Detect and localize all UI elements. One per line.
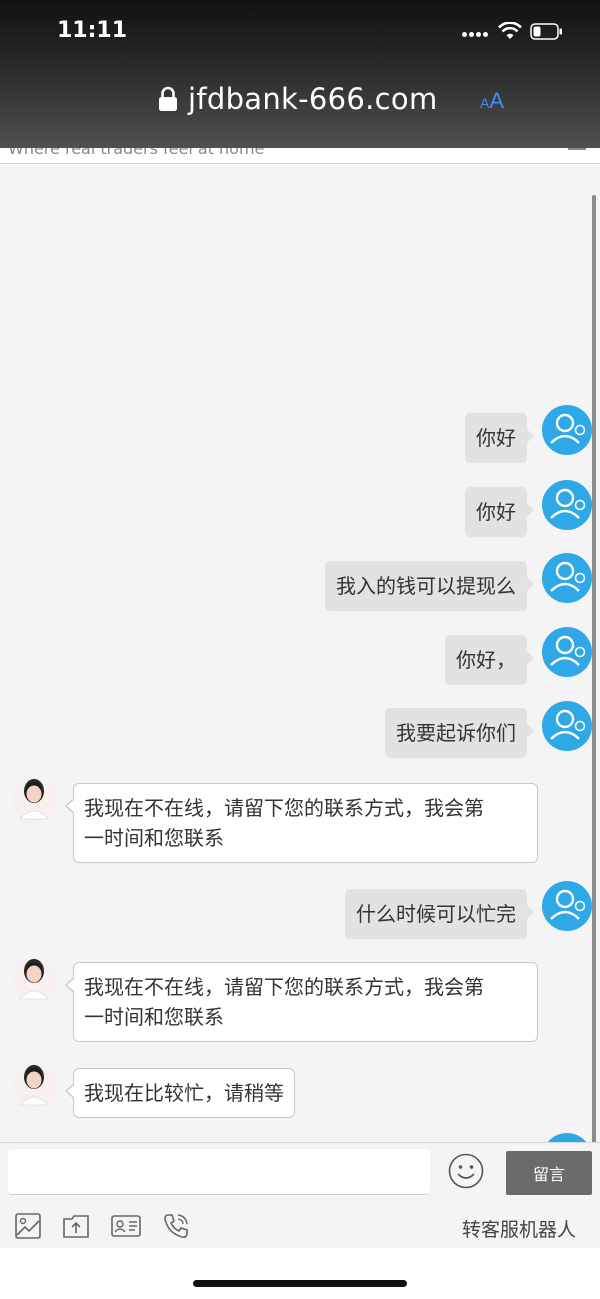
message-text: 什么时候可以忙完 [356,902,516,926]
message-text: 我要起诉你们 [396,721,516,745]
address-bar[interactable]: jfdbank-666.com [158,82,438,116]
user-avatar [542,701,592,751]
status-time: 11:11 [57,18,128,43]
user-avatar-icon [550,488,586,519]
agent-avatar [12,957,56,1001]
user-message-bubble: 你好， [445,635,534,685]
text-size-button[interactable]: AA [480,88,504,114]
message-text: 你好 [476,500,516,524]
home-bar-area [0,1248,600,1299]
wifi-icon [498,22,522,39]
chat-toolbar: 转客服机器人 [0,1204,600,1248]
agent-message-bubble: 我现在不在线，请留下您的联系方式，我会第 一时间和您联系 [65,783,538,863]
site-tagline: Where real traders feel at home [8,148,265,158]
lock-icon [159,86,177,111]
text-size-small-label: A [480,95,490,111]
user-avatar [542,1133,592,1142]
phone-call-icon[interactable] [162,1212,190,1240]
user-avatar-icon [550,561,586,592]
message-text: 你好 [476,426,516,450]
message-input-bar: 留言 [0,1142,600,1204]
cellular-signal-icon [462,30,488,40]
message-line: 我现在不在线，请留下您的联系方式，我会第 [84,975,484,999]
site-header-strip: Where real traders feel at home [0,148,600,164]
user-avatar [542,480,592,530]
user-avatar [542,881,592,931]
agent-avatar [12,1063,56,1107]
user-avatar [542,627,592,677]
user-avatar-icon [550,413,586,444]
user-avatar-icon [550,889,586,920]
battery-icon [530,23,562,40]
user-avatar [542,405,592,455]
emoji-icon[interactable] [448,1153,484,1189]
user-message-bubble: 你好 [465,487,534,537]
message-line: 我现在比较忙，请稍等 [84,1081,284,1105]
chat-scrollbar[interactable] [592,195,596,1245]
message-input[interactable] [8,1149,430,1195]
menu-icon[interactable] [568,148,586,150]
message-line: 一时间和您联系 [84,826,224,850]
contact-card-icon[interactable] [110,1212,142,1240]
user-message-bubble: 什么时候可以忙完 [345,889,534,939]
url-text: jfdbank-666.com [188,82,438,116]
user-message-bubble: 你好 [465,413,534,463]
user-message-bubble: 我入的钱可以提现么 [325,561,534,611]
transfer-to-robot-link[interactable]: 转客服机器人 [462,1215,576,1242]
message-line: 一时间和您联系 [84,1005,224,1029]
user-avatar-icon [550,635,586,666]
user-avatar-icon [550,709,586,740]
user-avatar [542,553,592,603]
send-message-button[interactable]: 留言 [506,1151,592,1195]
chat-messages-area[interactable]: 你好 你好 我入的钱可以提现么 你好， 我要起诉你们 我现在不在线，请留下您的联… [0,165,600,1142]
agent-avatar [12,777,56,821]
browser-top-bar: 11:11 jfdbank-666.com AA [0,0,600,148]
agent-message-bubble: 我现在不在线，请留下您的联系方式，我会第 一时间和您联系 [65,962,538,1042]
upload-file-icon[interactable] [62,1212,90,1240]
message-text: 我入的钱可以提现么 [336,574,516,598]
text-size-large-label: A [489,88,505,113]
agent-message-bubble: 我现在比较忙，请稍等 [65,1068,295,1118]
user-message-bubble: 我要起诉你们 [385,708,534,758]
message-text: 你好， [456,648,516,672]
image-icon[interactable] [14,1212,42,1240]
message-line: 我现在不在线，请留下您的联系方式，我会第 [84,796,484,820]
home-indicator[interactable] [193,1280,407,1287]
